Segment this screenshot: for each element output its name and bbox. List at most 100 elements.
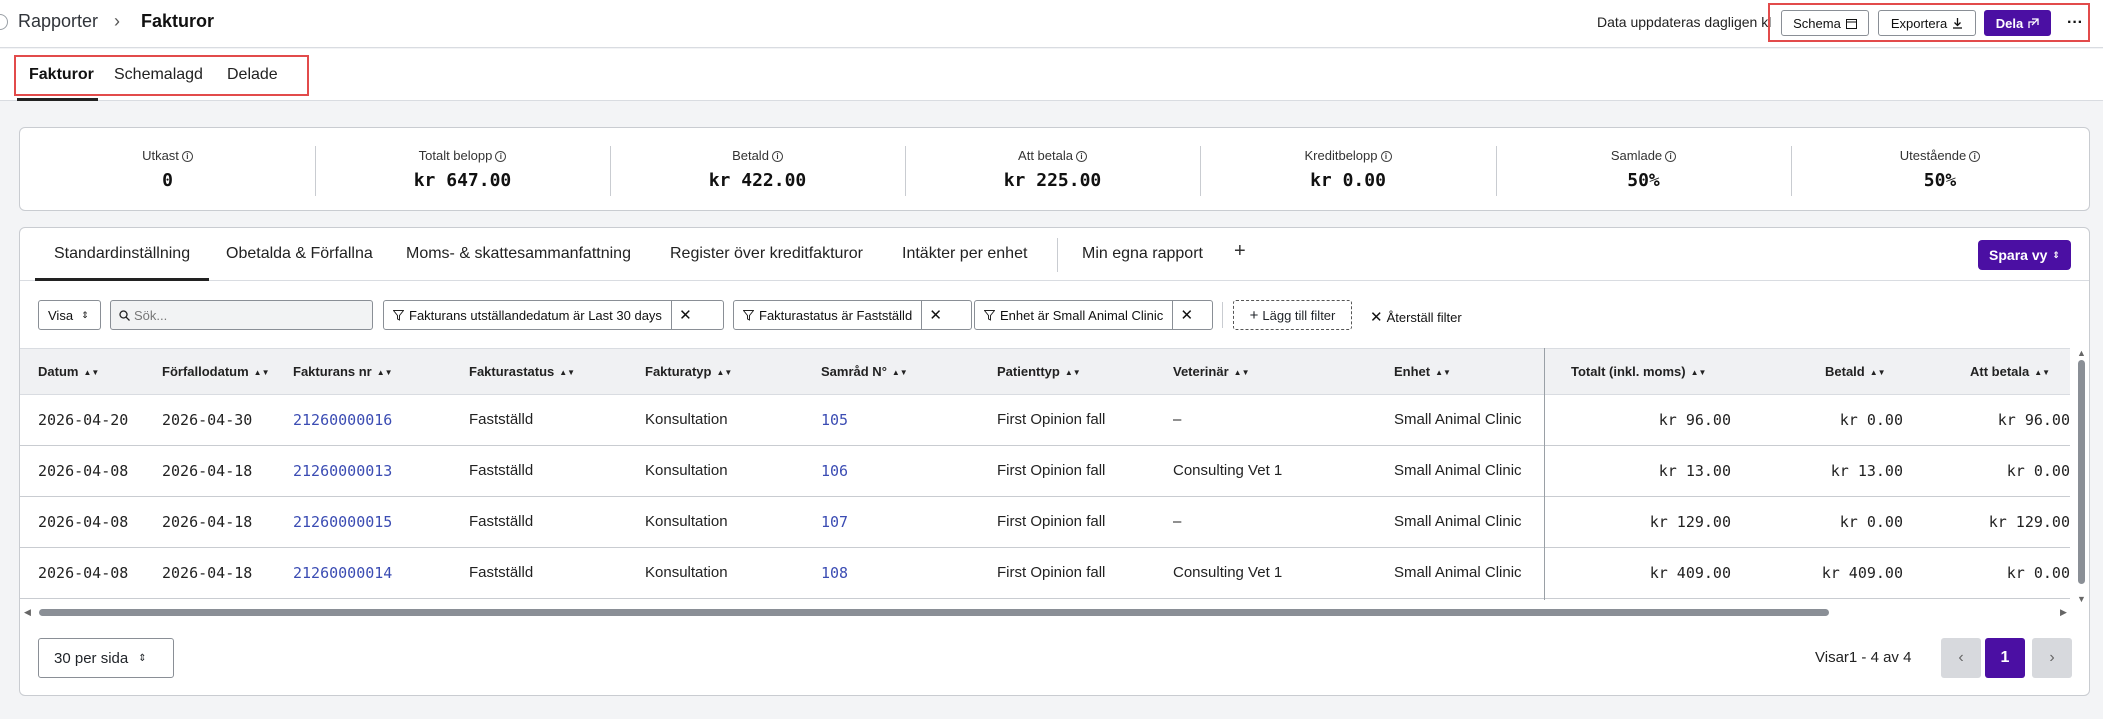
view-tab-standard[interactable]: Standardinställning bbox=[54, 245, 190, 263]
schema-button[interactable]: Schema bbox=[1781, 10, 1869, 36]
remove-filter-icon[interactable]: ✕ bbox=[670, 301, 699, 329]
column-header-enhet[interactable]: Enhet ▲▼ bbox=[1394, 364, 1451, 379]
column-header-veterinar[interactable]: Veterinär ▲▼ bbox=[1173, 364, 1250, 379]
view-tabs: Standardinställning Obetalda & Förfallna… bbox=[20, 228, 2089, 281]
view-tab-tax-summary[interactable]: Moms- & skattesammanfattning bbox=[406, 245, 631, 263]
column-header-fakturatyp[interactable]: Fakturatyp ▲▼ bbox=[645, 364, 732, 379]
previous-page-button[interactable]: ‹ bbox=[1941, 638, 1981, 678]
frozen-column-divider bbox=[1544, 348, 1545, 600]
filter-chip-date[interactable]: Fakturans utställandedatum är Last 30 da… bbox=[383, 300, 724, 330]
vertical-scrollbar[interactable]: ▲ ▼ bbox=[2075, 348, 2087, 606]
back-icon[interactable] bbox=[0, 14, 8, 30]
save-view-button[interactable]: Spara vy ⇕ bbox=[1978, 240, 2071, 270]
cell-samrad[interactable]: 106 bbox=[821, 462, 848, 480]
add-filter-button[interactable]: + Lägg till filter bbox=[1233, 300, 1352, 330]
tab-delade[interactable]: Delade bbox=[227, 66, 278, 84]
cell-fakturans-nr[interactable]: 21260000015 bbox=[293, 513, 392, 531]
view-tab-unpaid[interactable]: Obetalda & Förfallna bbox=[226, 245, 373, 263]
column-header-totalt[interactable]: Totalt (inkl. moms) ▲▼ bbox=[1571, 364, 1706, 379]
column-header-forfallodatum[interactable]: Förfallodatum ▲▼ bbox=[162, 364, 270, 379]
visa-dropdown[interactable]: Visa ⇕ bbox=[38, 300, 101, 330]
kpi-value: kr 225.00 bbox=[1003, 170, 1102, 191]
table-row[interactable]: 2026-04-08 2026-04-18 21260000015 Fastställ… bbox=[20, 497, 2070, 548]
kpi-utkast: Utkast i 0 bbox=[20, 128, 315, 212]
cell-fakturans-nr[interactable]: 21260000014 bbox=[293, 564, 392, 582]
reset-filter-label: Återställ filter bbox=[1386, 309, 1462, 325]
kpi-label: Samlade bbox=[1610, 148, 1663, 163]
page-button-current[interactable]: 1 bbox=[1985, 638, 2025, 678]
more-options-button[interactable]: ··· bbox=[2060, 10, 2090, 36]
kpi-label: Utkast bbox=[142, 148, 179, 163]
sort-icon: ▲▼ bbox=[891, 368, 908, 377]
scroll-down-icon[interactable]: ▼ bbox=[2077, 594, 2086, 604]
share-button[interactable]: Dela bbox=[1984, 10, 2051, 36]
cell-samrad[interactable]: 105 bbox=[821, 411, 848, 429]
filter-chip-unit[interactable]: Enhet är Small Animal Clinic ✕ bbox=[974, 300, 1213, 330]
page-title: Fakturor bbox=[141, 11, 215, 31]
cell-samrad[interactable]: 107 bbox=[821, 513, 848, 531]
cell-forfallodatum: 2026-04-30 bbox=[162, 411, 253, 429]
cell-samrad[interactable]: 108 bbox=[821, 564, 848, 582]
info-icon[interactable]: i bbox=[181, 151, 193, 162]
breadcrumb-parent[interactable]: Rapporter bbox=[18, 11, 98, 32]
cell-totalt: kr 13.00 bbox=[1658, 462, 1731, 480]
column-header-fakturastatus[interactable]: Fakturastatus ▲▼ bbox=[469, 364, 575, 379]
remove-filter-icon[interactable]: ✕ bbox=[1172, 301, 1200, 329]
export-label: Exportera bbox=[1890, 15, 1948, 31]
search-input[interactable]: Sök... bbox=[110, 300, 373, 330]
column-header-att-betala[interactable]: Att betala ▲▼ bbox=[1970, 364, 2050, 379]
breadcrumb-chevron-icon: › bbox=[114, 11, 120, 31]
column-header-patienttyp[interactable]: Patienttyp ▲▼ bbox=[997, 364, 1081, 379]
scroll-up-icon[interactable]: ▲ bbox=[2077, 348, 2086, 358]
sort-icon: ▲▼ bbox=[559, 368, 576, 377]
info-icon[interactable]: i bbox=[1969, 151, 1981, 162]
info-icon[interactable]: i bbox=[771, 151, 783, 162]
info-icon[interactable]: i bbox=[1380, 151, 1392, 162]
scroll-right-icon[interactable]: ▶ bbox=[2060, 607, 2067, 618]
info-icon[interactable]: i bbox=[495, 151, 507, 162]
cell-fakturans-nr[interactable]: 21260000016 bbox=[293, 411, 392, 429]
view-tab-my-report[interactable]: Min egna rapport bbox=[1082, 245, 1203, 263]
reset-filter-button[interactable]: ✕ Återställ filter bbox=[1370, 308, 1462, 326]
view-tab-revenue-per-unit[interactable]: Intäkter per enhet bbox=[902, 245, 1027, 263]
column-header-samrad[interactable]: Samråd N° ▲▼ bbox=[821, 364, 908, 379]
report-card: Standardinställning Obetalda & Förfallna… bbox=[19, 227, 2090, 696]
tab-fakturor[interactable]: Fakturor bbox=[29, 66, 94, 84]
view-tab-credit-register[interactable]: Register över kreditfakturor bbox=[670, 245, 863, 263]
kpi-utestaende: Utestående i 50% bbox=[1791, 128, 2089, 212]
column-header-datum[interactable]: Datum ▲▼ bbox=[38, 364, 99, 379]
remove-filter-icon[interactable]: ✕ bbox=[921, 301, 949, 329]
filter-chip-status[interactable]: Fakturastatus är Fastställd ✕ bbox=[733, 300, 972, 330]
active-view-indicator bbox=[35, 278, 209, 281]
scrollbar-thumb[interactable] bbox=[39, 609, 1829, 616]
add-filter-label: Lägg till filter bbox=[1262, 307, 1336, 323]
column-header-fakturans-nr[interactable]: Fakturans nr ▲▼ bbox=[293, 364, 393, 379]
info-icon[interactable]: i bbox=[1075, 151, 1087, 162]
kpi-value: 0 bbox=[162, 170, 173, 191]
table-row[interactable]: 2026-04-20 2026-04-30 21260000016 Fastställ… bbox=[20, 395, 2070, 446]
table-row[interactable]: 2026-04-08 2026-04-18 21260000013 Fastställ… bbox=[20, 446, 2070, 497]
kpi-value: 50% bbox=[1627, 170, 1660, 191]
cell-totalt: kr 129.00 bbox=[1649, 513, 1731, 531]
calendar-icon bbox=[1845, 18, 1857, 29]
info-icon[interactable]: i bbox=[1665, 151, 1677, 162]
cell-forfallodatum: 2026-04-18 bbox=[162, 564, 253, 582]
tab-schemalagd[interactable]: Schemalagd bbox=[114, 66, 203, 84]
kpi-totalt-belopp: Totalt belopp i kr 647.00 bbox=[315, 128, 610, 212]
kpi-value: kr 422.00 bbox=[708, 170, 807, 191]
pagination-summary: Visar1 - 4 av 4 bbox=[1815, 649, 1912, 666]
cell-fakturans-nr[interactable]: 21260000013 bbox=[293, 462, 392, 480]
column-header-betald[interactable]: Betald ▲▼ bbox=[1825, 364, 1886, 379]
scrollbar-thumb[interactable] bbox=[2078, 360, 2085, 584]
next-page-button[interactable]: › bbox=[2032, 638, 2072, 678]
add-view-button[interactable]: + bbox=[1234, 240, 1246, 263]
per-page-select[interactable]: 30 per sida ⇕ bbox=[38, 638, 174, 678]
table-row[interactable]: 2026-04-08 2026-04-18 21260000014 Fastställ… bbox=[20, 548, 2070, 599]
cell-datum: 2026-04-08 bbox=[38, 564, 129, 582]
sort-icon: ▲▼ bbox=[1233, 368, 1250, 377]
sort-icon: ▲▼ bbox=[376, 368, 393, 377]
scroll-left-icon[interactable]: ◀ bbox=[24, 607, 31, 618]
export-button[interactable]: Exportera bbox=[1878, 10, 1976, 36]
horizontal-scrollbar[interactable]: ◀ ▶ bbox=[20, 606, 2072, 618]
kpi-label: Kreditbelopp bbox=[1304, 148, 1378, 163]
